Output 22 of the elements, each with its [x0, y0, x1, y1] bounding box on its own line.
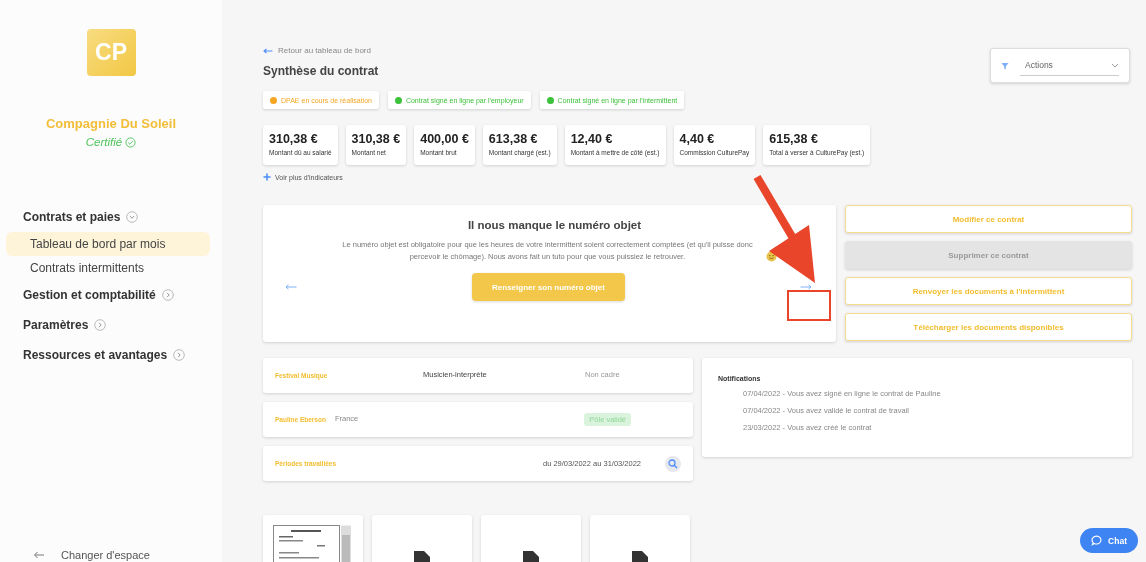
nav-section[interactable]: Contrats et paies — [23, 210, 121, 224]
indicator-value: 310,38 € — [351, 132, 401, 146]
nav-section[interactable]: Ressources et avantages — [23, 348, 168, 362]
logo-icon: CP — [86, 29, 136, 76]
indicator-value: 12,40 € — [570, 132, 614, 146]
nav-section[interactable]: Gestion et comptabilité — [23, 288, 156, 302]
page-title: Synthèse du contrat — [263, 64, 379, 78]
nav-item[interactable]: Tableau de bord par mois — [6, 232, 210, 256]
indicator-value: 4,40 € — [679, 132, 716, 146]
indicator-value: 310,38 € — [269, 132, 319, 146]
switch-space-link[interactable]: Changer d'espace — [61, 549, 150, 561]
back-link[interactable]: Retour au tableau de bord — [278, 46, 371, 55]
nav-section[interactable]: Paramètres — [23, 318, 89, 332]
alert-title: Il nous manque le numéro objet — [467, 219, 642, 231]
certified-label: Certifié — [85, 136, 123, 148]
indicator-value: 615,38 € — [769, 132, 819, 146]
actions-dropdown[interactable]: Actions — [990, 48, 1130, 83]
indicator-value: 613,38 € — [488, 132, 539, 146]
company-name: Compagnie Du Soleil — [45, 116, 177, 131]
nav-item[interactable]: Contrats intermittents — [6, 256, 210, 280]
indicator-value: 400,00 € — [420, 132, 469, 146]
chat-button[interactable]: Chat — [1080, 528, 1138, 553]
